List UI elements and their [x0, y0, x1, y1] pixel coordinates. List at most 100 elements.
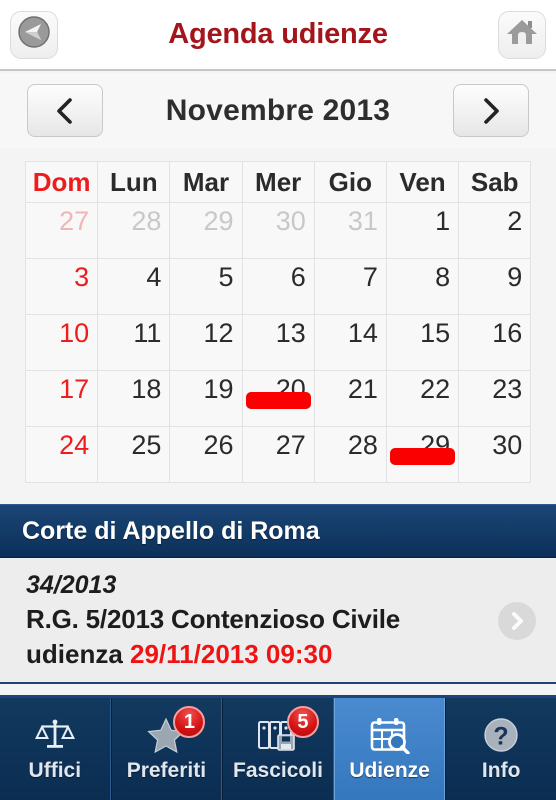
calendar-search-icon [369, 715, 411, 755]
day-number: 25 [131, 430, 162, 460]
home-button[interactable] [498, 10, 546, 59]
tab-info[interactable]: ? Info [445, 698, 556, 800]
day-number: 12 [203, 318, 234, 348]
calendar-day-cell[interactable]: 4 [97, 258, 171, 315]
day-number: 18 [131, 374, 162, 404]
home-icon [505, 15, 539, 54]
calendar-day-cell[interactable]: 13 [241, 314, 315, 371]
weekday-header-dom: Dom [24, 161, 99, 203]
calendar-day-cell[interactable]: 23 [458, 370, 532, 427]
tab-badge: 5 [286, 706, 319, 738]
app-header: Agenda udienze [0, 0, 556, 71]
day-number: 4 [146, 262, 162, 292]
previous-month-button[interactable] [27, 84, 103, 137]
tab-fascicoli[interactable]: 5 Fascicoli [222, 698, 334, 800]
calendar-day-cell[interactable]: 20 [241, 370, 315, 427]
calendar-day-cell[interactable]: 9 [458, 258, 532, 315]
calendar-grid: Dom Lun Mar Mer Gio Ven Sab 27 28 29 30 31 1 2 3 4 5 6 7 8… [24, 161, 532, 483]
calendar-week-row: 3 4 5 6 7 8 9 [24, 258, 532, 315]
calendar-day-cell[interactable]: 1 [385, 202, 460, 259]
calendar-day-cell[interactable]: 7 [313, 258, 387, 315]
calendar-day-cell[interactable]: 29 [169, 202, 243, 259]
calendar-day-cell[interactable]: 25 [97, 426, 171, 483]
calendar-day-cell[interactable]: 14 [313, 314, 387, 371]
day-number: 3 [74, 262, 90, 292]
weekday-header-lun: Lun [97, 161, 171, 203]
day-number: 1 [435, 206, 451, 236]
day-number: 5 [218, 262, 234, 292]
hearing-list-item[interactable]: 34/2013 R.G. 5/2013 Contenzioso Civile u… [0, 559, 556, 684]
calendar-day-cell[interactable]: 22 [385, 370, 460, 427]
day-number: 2 [507, 206, 523, 236]
chevron-right-circle-icon[interactable] [498, 601, 536, 640]
calendar-day-cell[interactable]: 16 [458, 314, 532, 371]
day-event-indicator[interactable] [245, 392, 311, 409]
month-navigation: Novembre 2013 [0, 73, 556, 148]
calendar-day-cell[interactable]: 2 [458, 202, 532, 259]
weekday-header-mer: Mer [241, 161, 315, 203]
calendar-week-row: 10 11 12 13 14 15 16 [24, 314, 532, 371]
calendar-day-cell[interactable]: 10 [24, 314, 99, 371]
tab-label: Uffici [28, 759, 82, 782]
day-number: 7 [362, 262, 378, 292]
calendar-day-cell[interactable]: 26 [169, 426, 243, 483]
day-event-indicator[interactable] [389, 448, 456, 465]
calendar-day-cell[interactable]: 5 [169, 258, 243, 315]
calendar-day-cell[interactable]: 30 [241, 202, 315, 259]
calendar-day-cell[interactable]: 19 [169, 370, 243, 427]
day-number: 6 [290, 262, 306, 292]
day-number: 26 [203, 430, 234, 460]
weekday-header-gio: Gio [313, 161, 387, 203]
tab-label: Preferiti [126, 759, 207, 782]
tab-udienze[interactable]: Udienze [333, 698, 446, 800]
day-number: 30 [492, 430, 523, 460]
back-button[interactable] [10, 10, 58, 59]
weekday-header-row: Dom Lun Mar Mer Gio Ven Sab [24, 161, 532, 203]
calendar-day-cell[interactable]: 30 [458, 426, 532, 483]
hearing-details: 34/2013 R.G. 5/2013 Contenzioso Civile u… [26, 569, 498, 672]
calendar-day-cell[interactable]: 21 [313, 370, 387, 427]
day-number: 27 [275, 430, 306, 460]
day-number: 17 [59, 374, 90, 404]
scales-of-justice-icon [34, 715, 75, 755]
day-number: 29 [203, 206, 234, 236]
tab-label: Fascicoli [233, 759, 323, 782]
back-compass-icon [16, 14, 52, 55]
day-number: 19 [203, 374, 234, 404]
calendar-day-cell[interactable]: 3 [24, 258, 99, 315]
next-month-button[interactable] [453, 84, 529, 137]
day-number: 13 [275, 318, 306, 348]
calendar-day-cell[interactable]: 28 [313, 426, 387, 483]
day-number: 28 [347, 430, 378, 460]
calendar-day-cell[interactable]: 6 [241, 258, 315, 315]
court-section-header: Corte di Appello di Roma [0, 504, 556, 558]
day-number: 30 [275, 206, 306, 236]
tab-uffici[interactable]: Uffici [0, 698, 111, 800]
calendar-day-cell[interactable]: 18 [97, 370, 171, 427]
calendar-day-cell[interactable]: 12 [169, 314, 243, 371]
calendar-day-cell[interactable]: 29 [385, 426, 460, 483]
calendar-body: 27 28 29 30 31 1 2 3 4 5 6 7 8 9 10 11 12 13 14 15 16 17 18 19 2… [24, 202, 532, 483]
chevron-left-icon [53, 96, 77, 126]
hearing-label: udienza [26, 639, 131, 669]
calendar-day-cell[interactable]: 11 [97, 314, 171, 371]
calendar-day-cell[interactable]: 27 [241, 426, 315, 483]
case-description: R.G. 5/2013 Contenzioso Civile [26, 604, 400, 634]
day-number: 28 [131, 206, 162, 236]
court-name: Corte di Appello di Roma [22, 516, 320, 545]
calendar-day-cell[interactable]: 15 [385, 314, 460, 371]
tab-preferiti[interactable]: 1 Preferiti [110, 698, 223, 800]
day-number: 9 [507, 262, 523, 292]
calendar-day-cell[interactable]: 8 [385, 258, 460, 315]
day-number: 23 [492, 374, 523, 404]
calendar-day-cell[interactable]: 27 [24, 202, 99, 259]
day-number: 22 [420, 374, 451, 404]
calendar-week-row: 17 18 19 20 21 22 23 [24, 370, 532, 427]
calendar-day-cell[interactable]: 28 [97, 202, 171, 259]
calendar-day-cell[interactable]: 31 [313, 202, 387, 259]
weekday-header-sab: Sab [458, 161, 532, 203]
weekday-header-ven: Ven [385, 161, 460, 203]
calendar-day-cell[interactable]: 17 [24, 370, 99, 427]
calendar-day-cell[interactable]: 24 [24, 426, 99, 483]
weekday-header-mar: Mar [169, 161, 243, 203]
